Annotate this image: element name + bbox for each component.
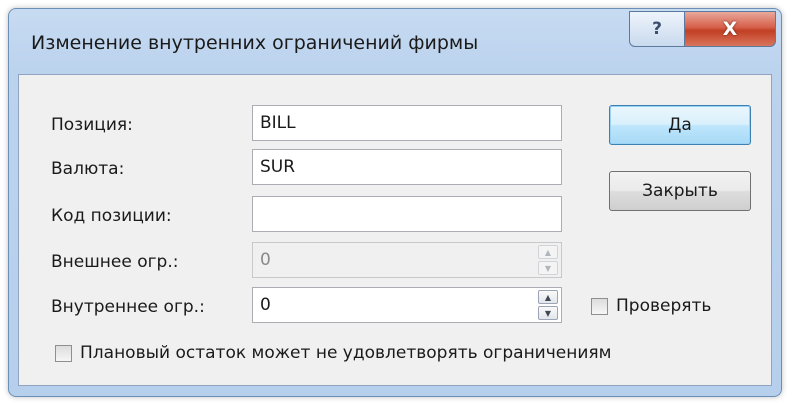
plan-balance-checkbox[interactable]: Плановый остаток может не удовлетворять … [55, 343, 611, 363]
spin-up-icon[interactable]: ▲ [538, 290, 558, 304]
position-code-input[interactable] [252, 196, 562, 232]
spin-up-icon: ▲ [538, 245, 558, 259]
currency-input[interactable] [252, 149, 562, 185]
dialog-window: Изменение внутренних ограничений фирмы ?… [8, 8, 782, 397]
plan-balance-label: Плановый остаток может не удовлетворять … [80, 343, 612, 363]
close-window-button[interactable]: X [684, 11, 776, 47]
check-limit-checkbox[interactable]: Проверять [591, 296, 711, 316]
position-label: Позиция: [51, 115, 133, 135]
internal-limit-spinner[interactable]: 0 ▲ ▼ [252, 287, 562, 323]
close-button[interactable]: Закрыть [609, 171, 751, 211]
currency-label: Валюта: [51, 159, 125, 179]
internal-limit-arrows: ▲ ▼ [538, 290, 558, 320]
external-limit-spinner: 0 ▲ ▼ [252, 242, 562, 278]
help-icon: ? [652, 19, 662, 39]
help-button[interactable]: ? [629, 11, 685, 47]
external-limit-arrows: ▲ ▼ [538, 245, 558, 275]
spin-down-icon: ▼ [538, 261, 558, 275]
spin-down-icon[interactable]: ▼ [538, 306, 558, 320]
check-limit-label: Проверять [616, 296, 712, 316]
external-limit-label: Внешнее огр.: [51, 252, 179, 272]
title-bar[interactable]: Изменение внутренних ограничений фирмы ?… [9, 9, 781, 81]
position-input[interactable] [252, 105, 562, 141]
internal-limit-value[interactable]: 0 [260, 288, 271, 322]
close-icon: X [722, 18, 738, 40]
window-title: Изменение внутренних ограничений фирмы [31, 32, 479, 54]
checkbox-box[interactable] [591, 297, 608, 315]
position-code-label: Код позиции: [51, 206, 172, 226]
external-limit-value: 0 [260, 250, 271, 270]
dialog-body: Позиция: Валюта: Код позиции: Внешнее ог… [18, 74, 772, 386]
ok-button[interactable]: Да [609, 105, 751, 145]
internal-limit-label: Внутреннее огр.: [51, 297, 205, 317]
checkbox-box[interactable] [55, 344, 72, 362]
